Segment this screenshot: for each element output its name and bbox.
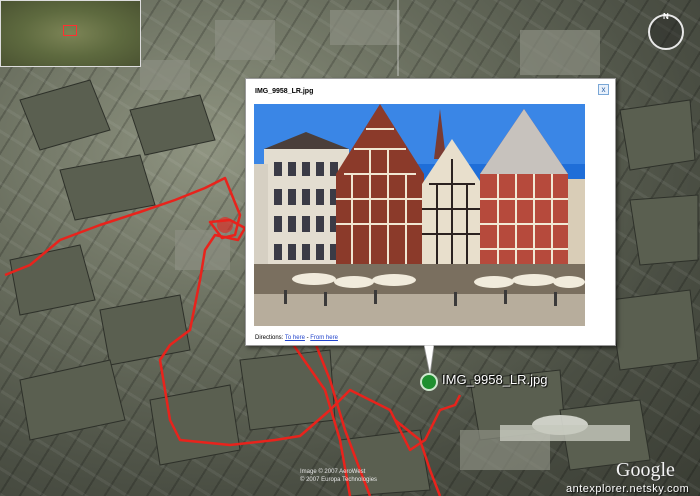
site-watermark: antexplorer.netsky.com — [566, 483, 690, 495]
balloon-pointer — [424, 345, 434, 375]
imagery-copyright: Image © 2007 AeroWest © 2007 Europa Tech… — [300, 468, 377, 484]
compass-north-label: N — [663, 12, 669, 21]
overview-view-marker — [63, 25, 77, 36]
overview-map[interactable] — [0, 0, 141, 67]
copyright-line-2: © 2007 Europa Technologies — [300, 477, 378, 483]
placemark-label[interactable]: IMG_9958_LR.jpg — [442, 372, 548, 387]
satellite-map-view[interactable]: N IMG_9958_LR.jpg x Directions: To here … — [0, 0, 700, 496]
directions-label: Directions: — [255, 335, 284, 341]
close-icon[interactable]: x — [598, 84, 609, 95]
photo-info-balloon: IMG_9958_LR.jpg x Directions: To here - … — [245, 78, 616, 346]
copyright-line-1: Image © 2007 AeroWest — [300, 469, 366, 475]
balloon-title: IMG_9958_LR.jpg — [255, 88, 314, 95]
to-here-link[interactable]: To here — [285, 335, 305, 341]
photo-thumbnail — [254, 104, 585, 326]
google-logo: Google — [616, 459, 675, 481]
directions-row: Directions: To here - From here — [255, 335, 338, 341]
from-here-link[interactable]: From here — [310, 335, 338, 341]
camera-placemark-icon[interactable] — [420, 373, 438, 391]
